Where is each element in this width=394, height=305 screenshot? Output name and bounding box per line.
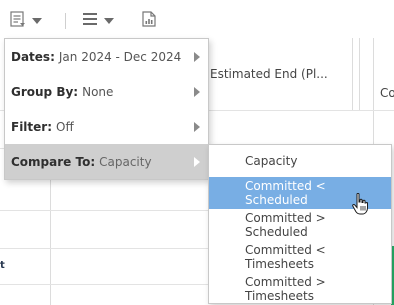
report-button[interactable]	[142, 11, 156, 31]
submenu-item-capacity[interactable]: Capacity	[209, 145, 391, 177]
grid-row-line	[0, 248, 209, 249]
grid-divider	[359, 38, 360, 110]
toolbar-divider	[65, 13, 66, 29]
grid-row-line	[0, 210, 209, 211]
menu-item-label: Dates:	[11, 49, 55, 64]
menu-item-label: Filter:	[11, 119, 53, 134]
submenu-item-committed-lt-timesheets[interactable]: Committed < Timesheets	[209, 241, 391, 273]
chevron-right-icon	[194, 122, 200, 132]
menu-item-compare-to[interactable]: Compare To: Capacity	[5, 144, 208, 179]
menu-item-filter[interactable]: Filter: Off	[5, 109, 208, 144]
menu-item-value: None	[82, 84, 114, 99]
chevron-right-icon	[194, 87, 200, 97]
chevron-right-icon	[194, 52, 200, 62]
menu-item-dates[interactable]: Dates: Jan 2024 - Dec 2024	[5, 39, 208, 74]
submenu-item-label: Capacity	[245, 154, 298, 168]
grid-row-line	[0, 284, 209, 285]
report-icon	[142, 11, 156, 31]
menu-item-group-by[interactable]: Group By: None	[5, 74, 208, 109]
menu-item-value: Off	[56, 119, 74, 134]
column-header-estimated-end[interactable]: Estimated End (Pl...	[207, 38, 353, 110]
grid-divider	[50, 180, 51, 305]
submenu-item-label: Committed > Scheduled	[245, 211, 326, 239]
filter-list-icon	[10, 11, 26, 31]
hand-cursor-icon	[352, 192, 368, 219]
menu-item-label: Group By:	[11, 84, 79, 99]
submenu-item-label: Committed < Scheduled	[245, 179, 326, 207]
submenu-item-committed-gt-timesheets[interactable]: Committed > Timesheets	[209, 273, 391, 305]
menu-item-label: Compare To:	[11, 154, 96, 169]
row-label-fragment: t	[0, 260, 5, 271]
chevron-right-icon	[194, 157, 200, 167]
filter-dropdown-button[interactable]	[10, 11, 42, 31]
column-header-label: Estimated End (Pl...	[210, 67, 328, 81]
chevron-down-icon	[32, 18, 42, 24]
menu-item-value: Capacity	[99, 154, 152, 169]
menu-item-value: Jan 2024 - Dec 2024	[58, 49, 182, 64]
toolbar	[0, 0, 394, 38]
hamburger-menu-icon	[82, 11, 98, 30]
compare-to-submenu: Capacity Committed < Scheduled Committed…	[208, 144, 392, 304]
menu-dropdown-button[interactable]	[82, 11, 114, 30]
chevron-down-icon	[104, 17, 114, 24]
submenu-item-label: Committed < Timesheets	[245, 243, 326, 271]
options-menu: Dates: Jan 2024 - Dec 2024 Group By: Non…	[4, 38, 209, 180]
submenu-item-label: Committed > Timesheets	[245, 275, 326, 303]
grid-row-line	[207, 110, 394, 111]
column-header-partial: Co	[380, 86, 394, 100]
